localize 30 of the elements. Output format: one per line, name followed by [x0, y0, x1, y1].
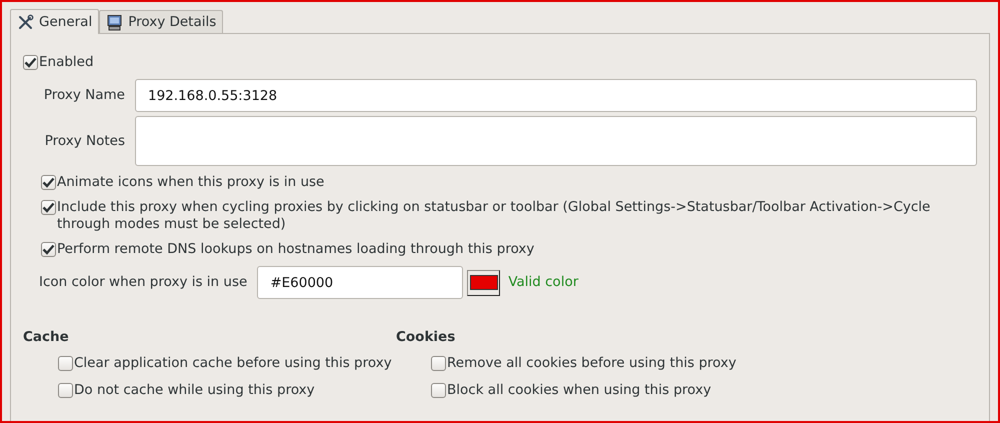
checkbox-label: Animate icons when this proxy is in use	[57, 174, 324, 191]
checkbox-label: Do not cache while using this proxy	[74, 382, 315, 400]
color-field[interactable]: #E60000	[257, 266, 464, 299]
tools-icon	[17, 14, 34, 30]
group-title: Cookies	[396, 328, 456, 347]
tab[interactable]: Proxy Details	[99, 10, 224, 33]
field-label: Proxy Notes	[44, 132, 126, 151]
checkbox[interactable]	[431, 356, 446, 372]
checkbox-label: Include this proxy when cycling proxies by clicking on statusbar or toolbar (Global Settings->Statusbar/Toolbar Activation->Cycle through modes must be selected)	[57, 199, 932, 233]
checkbox[interactable]	[41, 175, 56, 190]
checkbox[interactable]	[58, 356, 73, 372]
checkbox[interactable]	[431, 383, 446, 398]
checkbox-label: Remove all cookies before using this proxy	[447, 355, 736, 372]
field-label: Proxy Name	[42, 86, 126, 106]
computer-icon	[106, 14, 124, 30]
tab[interactable]: General	[10, 9, 100, 34]
group-title: Cache	[23, 328, 70, 347]
field-label: Icon color when proxy is in use	[39, 273, 248, 292]
color-swatch[interactable]	[467, 270, 500, 296]
checkbox-label: Block all cookies when using this proxy	[447, 382, 712, 400]
name-field[interactable]: 192.168.0.55:3128	[135, 79, 977, 112]
checkbox-label: Clear application cache before using this proxy	[74, 355, 392, 372]
checkbox[interactable]	[41, 200, 56, 215]
checkbox[interactable]	[58, 383, 73, 398]
notes-field[interactable]	[135, 116, 977, 166]
checkbox-label: Enabled	[39, 54, 94, 71]
checkbox[interactable]	[41, 242, 56, 257]
checkbox-label: Perform remote DNS lookups on hostnames loading through this proxy	[57, 241, 534, 258]
validation-message: Valid color	[508, 273, 578, 292]
checkbox[interactable]	[23, 55, 38, 70]
